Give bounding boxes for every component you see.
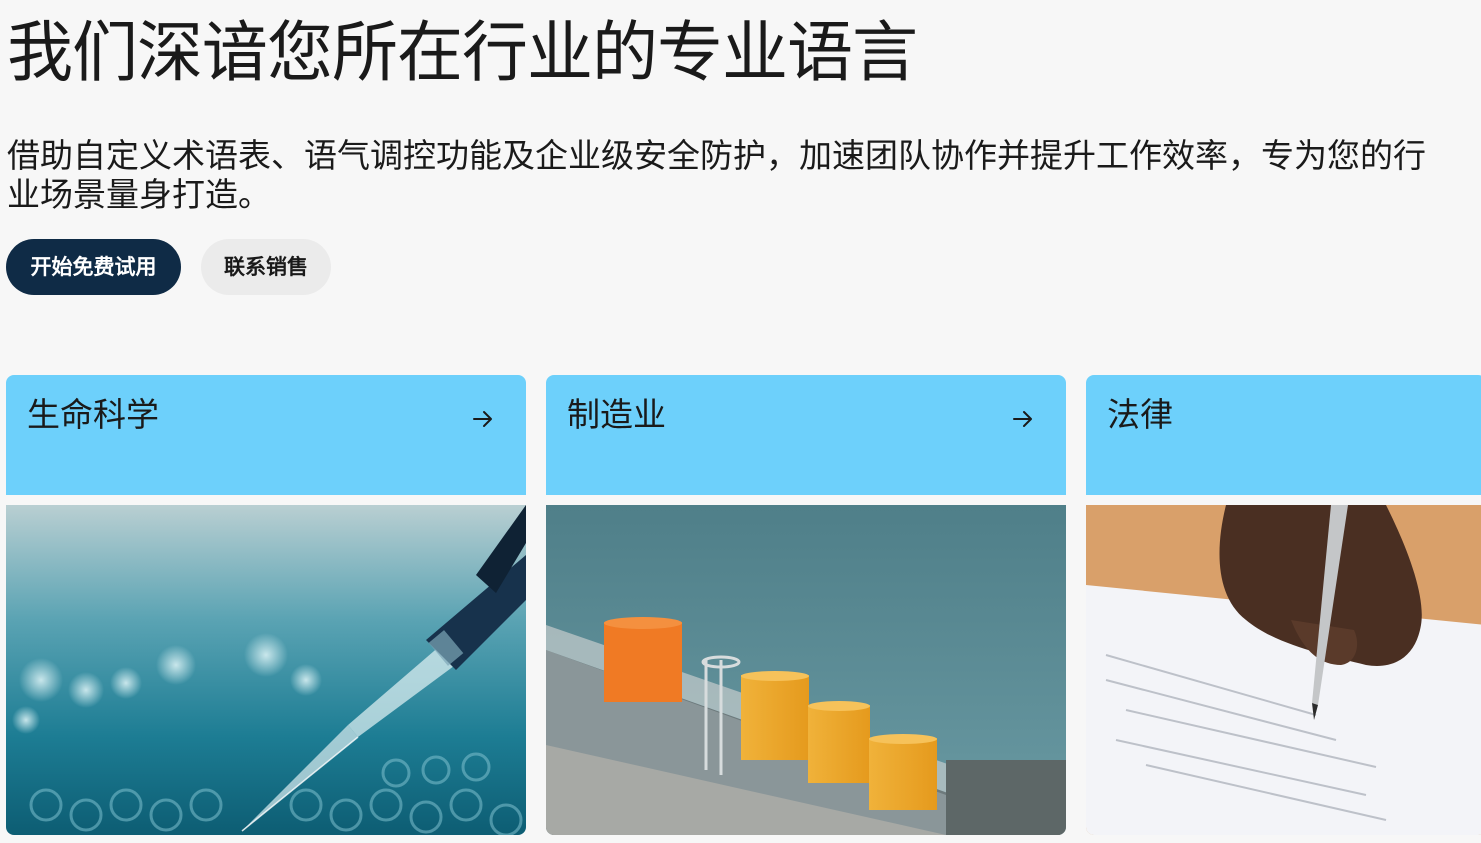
- arrow-right-icon: [1013, 411, 1032, 427]
- page-headline: 我们深谙您所在行业的专业语言: [7, 14, 918, 91]
- card-title: 制造业: [567, 395, 666, 434]
- industry-card-manufacturing[interactable]: 制造业: [546, 375, 1066, 835]
- card-header: 生命科学: [6, 375, 526, 495]
- card-header: 制造业: [546, 375, 1066, 495]
- arrow-right-icon: [473, 411, 492, 427]
- contact-sales-button[interactable]: 联系销售: [201, 239, 331, 295]
- industry-card-life-sciences[interactable]: 生命科学: [6, 375, 526, 835]
- card-header: 法律: [1086, 375, 1481, 495]
- pipette-lab-image: [6, 505, 526, 835]
- signing-document-image: [1086, 505, 1481, 835]
- rooftop-chimneys-image: [546, 505, 1066, 835]
- page-description: 借助自定义术语表、语气调控功能及企业级安全防护，加速团队协作并提升工作效率，专为…: [7, 136, 1426, 214]
- card-title: 法律: [1107, 395, 1173, 434]
- card-title: 生命科学: [27, 395, 159, 434]
- page: 我们深谙您所在行业的专业语言 借助自定义术语表、语气调控功能及企业级安全防护，加…: [0, 0, 1481, 843]
- start-free-trial-button[interactable]: 开始免费试用: [6, 239, 181, 295]
- industry-card-legal[interactable]: 法律: [1086, 375, 1481, 835]
